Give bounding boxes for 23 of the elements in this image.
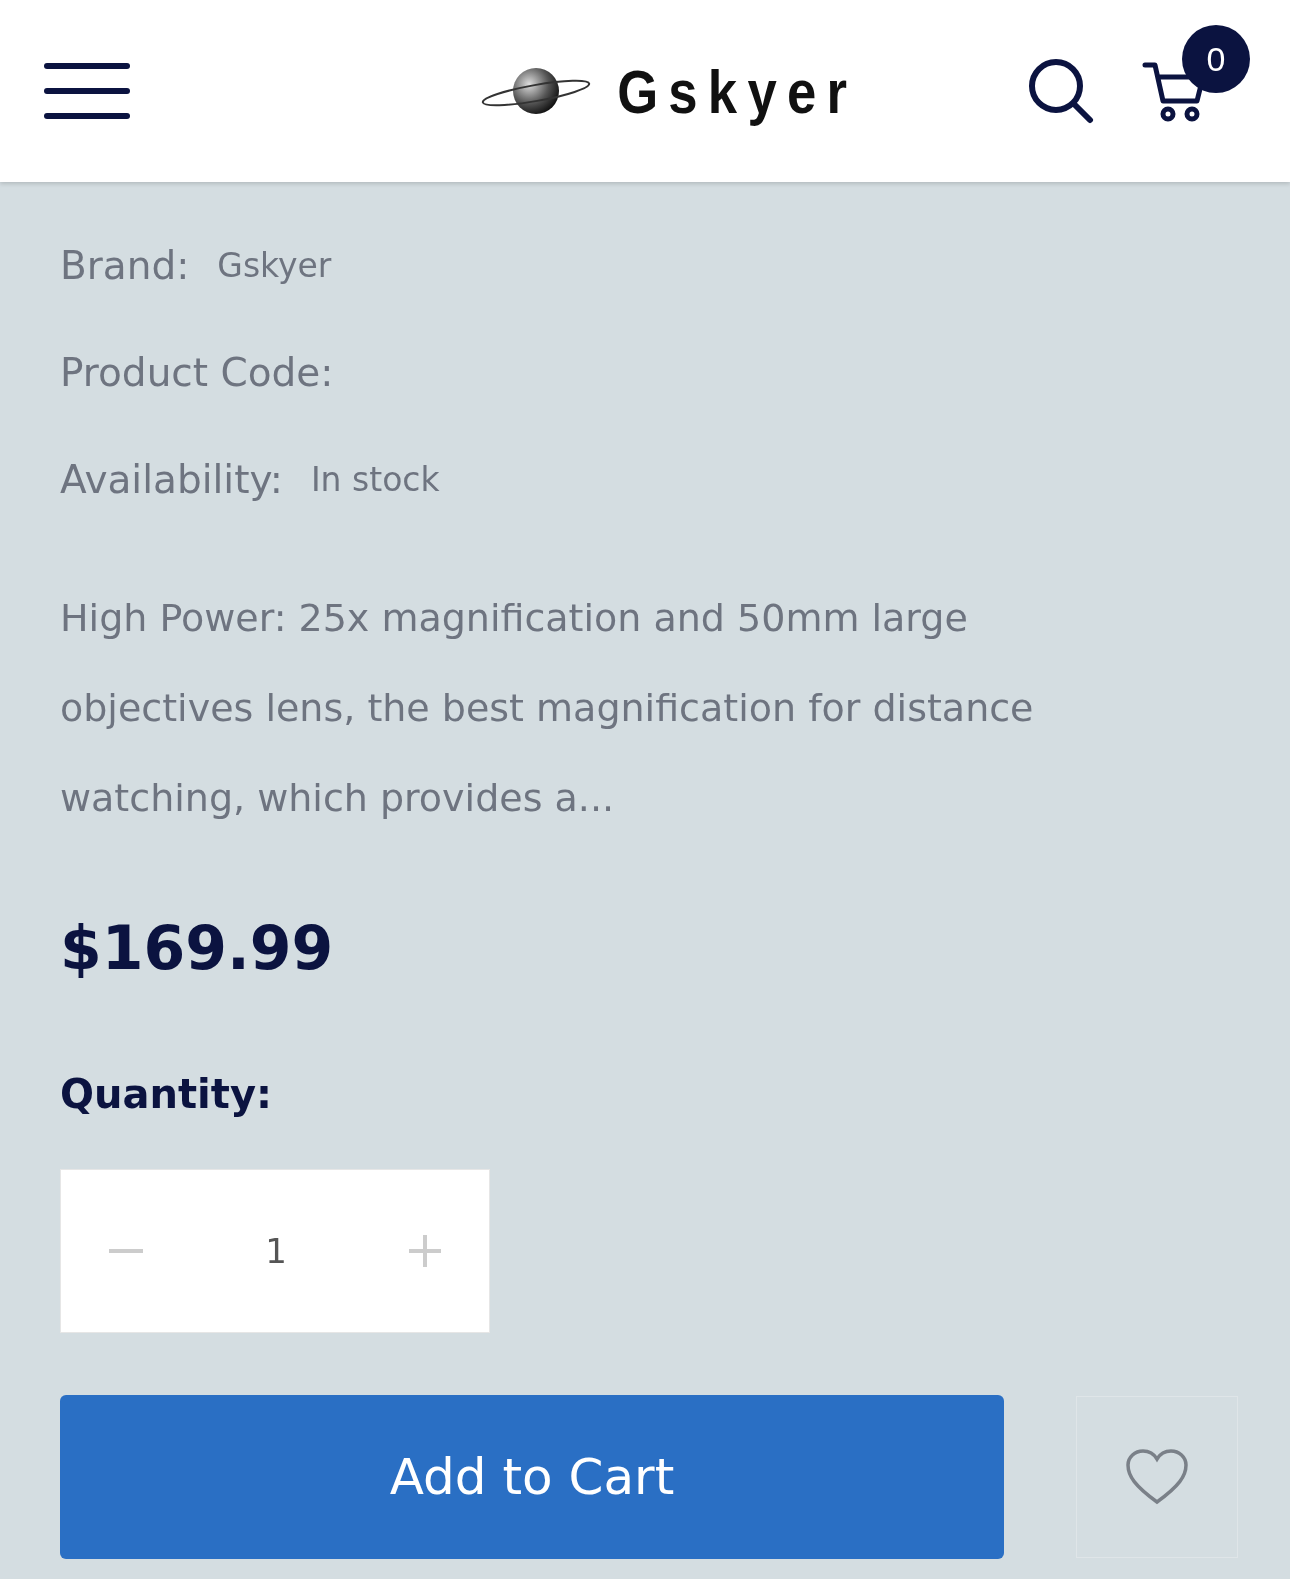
increase-button[interactable] (409, 1235, 441, 1267)
product-price: $169.99 (60, 913, 335, 983)
planet-icon (479, 65, 592, 117)
add-to-cart-button[interactable]: Add to Cart (60, 1395, 1004, 1559)
cart-count-badge: 0 (1182, 25, 1250, 93)
detail-label: Brand: (60, 243, 190, 288)
detail-label: Product Code: (60, 350, 334, 395)
logo-text[interactable]: Gskyer (617, 55, 857, 127)
plus-icon (409, 1235, 441, 1267)
menu-icon (44, 62, 130, 120)
heart-icon (1125, 1448, 1189, 1506)
search-button[interactable] (1028, 58, 1094, 124)
quantity-label: Quantity: (60, 1071, 273, 1117)
search-icon (1028, 58, 1094, 124)
product-description: High Power: 25x magnification and 50mm large objectives lens, the best magnification for distance watching, which provides a... (60, 595, 1035, 822)
decrease-button[interactable] (109, 1248, 143, 1254)
minus-icon (109, 1248, 143, 1254)
detail-value: In stock (310, 460, 440, 499)
detail-value: Gskyer (217, 246, 332, 285)
quantity-field[interactable]: 1 (214, 1230, 338, 1272)
detail-label: Availability: (60, 457, 283, 502)
wishlist-button[interactable] (1076, 1396, 1238, 1558)
menu-button[interactable] (44, 62, 130, 120)
